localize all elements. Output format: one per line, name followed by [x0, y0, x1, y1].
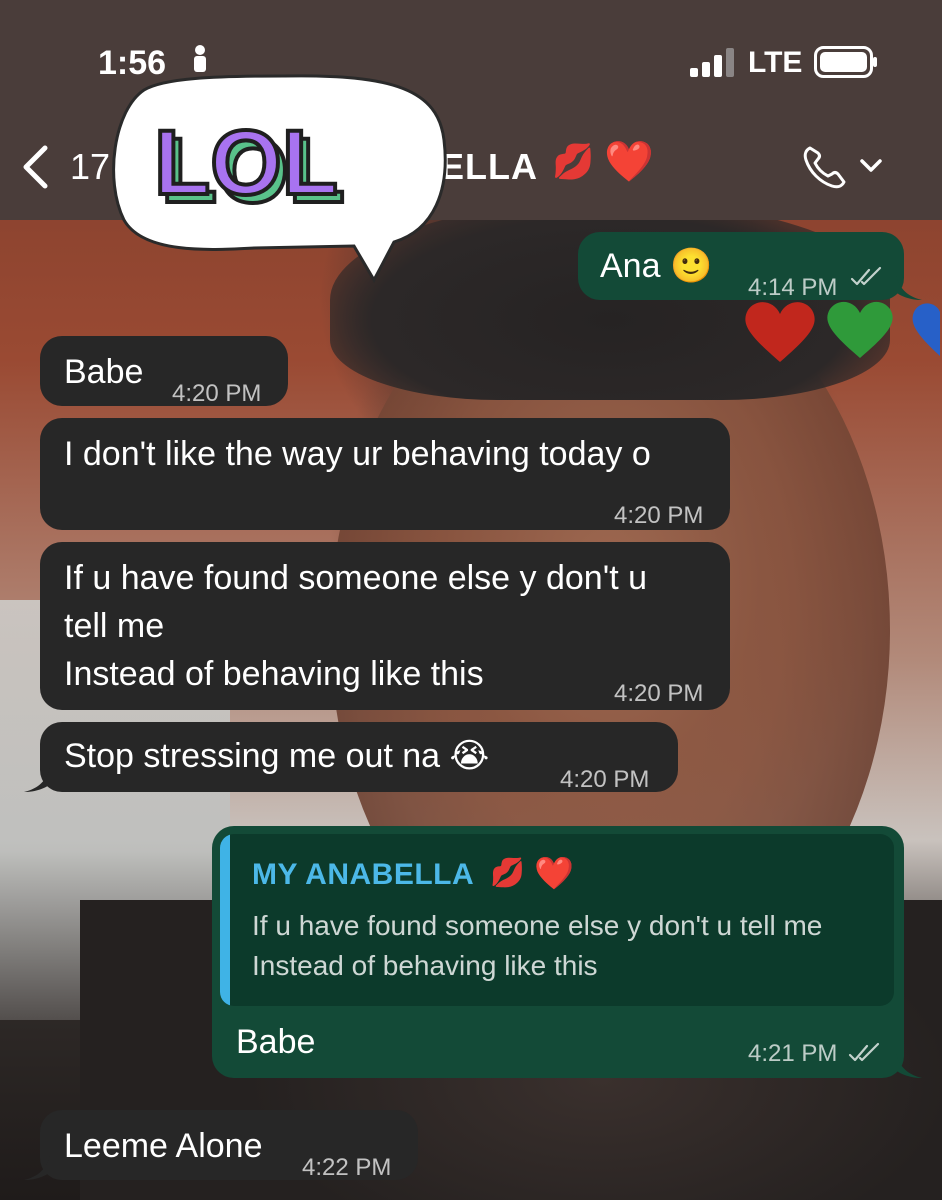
message-text: Babe [64, 353, 144, 391]
chevron-left-icon[interactable] [20, 144, 50, 190]
quote-author: MY ANABELLA [252, 858, 475, 891]
message-time: 4:20 PM [172, 380, 262, 407]
double-check-icon [848, 1042, 880, 1062]
signal-icon [690, 48, 734, 77]
svg-text:LOL: LOL [154, 112, 338, 214]
message-text: Ana 🙂 [600, 247, 713, 285]
bubble-tail [896, 1054, 922, 1078]
battery-icon [814, 46, 877, 78]
message-time: 4:21 PM [748, 1040, 838, 1067]
kiss-icon: 💋 [552, 143, 595, 181]
message-bubble-incoming[interactable]: If u have found someone else y don't u t… [40, 542, 730, 710]
message-bubble-incoming[interactable]: I don't like the way ur behaving today o… [40, 418, 730, 530]
message-text: Stop stressing me out na 😭 [64, 737, 490, 775]
quote-text: If u have found someone else y don't u t… [252, 910, 823, 981]
message-time: 4:14 PM [748, 274, 838, 301]
message-text: Babe [236, 1023, 316, 1061]
bubble-tail [24, 768, 50, 792]
chevron-down-icon[interactable] [858, 156, 884, 176]
message-text: Leeme Alone [64, 1127, 263, 1165]
message-bubble-incoming[interactable]: Leeme Alone 4:22 PM [40, 1110, 418, 1181]
message-time: 4:20 PM [614, 502, 704, 529]
double-check-icon [850, 266, 882, 286]
message-text: If u have found someone else y don't u t… [64, 559, 647, 693]
phone-icon[interactable] [800, 142, 850, 192]
message-bubble-incoming[interactable]: Babe 4:20 PM [40, 336, 288, 407]
message-time: 4:20 PM [560, 766, 650, 793]
contact-name-end[interactable]: ELLA [440, 146, 538, 188]
heart-icon: ❤️ [604, 140, 654, 184]
heart-icon: ❤️ [534, 855, 574, 891]
reply-quote[interactable]: MY ANABELLA 💋 ❤️ If u have found someone… [220, 834, 894, 1006]
message-time: 4:22 PM [302, 1154, 392, 1181]
network-type: LTE [748, 46, 803, 79]
bubble-tail [24, 1156, 50, 1180]
kiss-icon: 💋 [490, 857, 525, 888]
quote-bar [220, 834, 230, 1006]
message-text: I don't like the way ur behaving today o [64, 435, 651, 473]
message-bubble-outgoing[interactable]: Ana 🙂 4:14 PM [578, 232, 904, 301]
bubble-tail [896, 276, 922, 300]
message-time: 4:20 PM [614, 680, 704, 707]
message-bubble-incoming[interactable]: Stop stressing me out na 😭 4:20 PM [40, 722, 678, 793]
lol-sticker[interactable]: LOL LOL [104, 70, 450, 286]
